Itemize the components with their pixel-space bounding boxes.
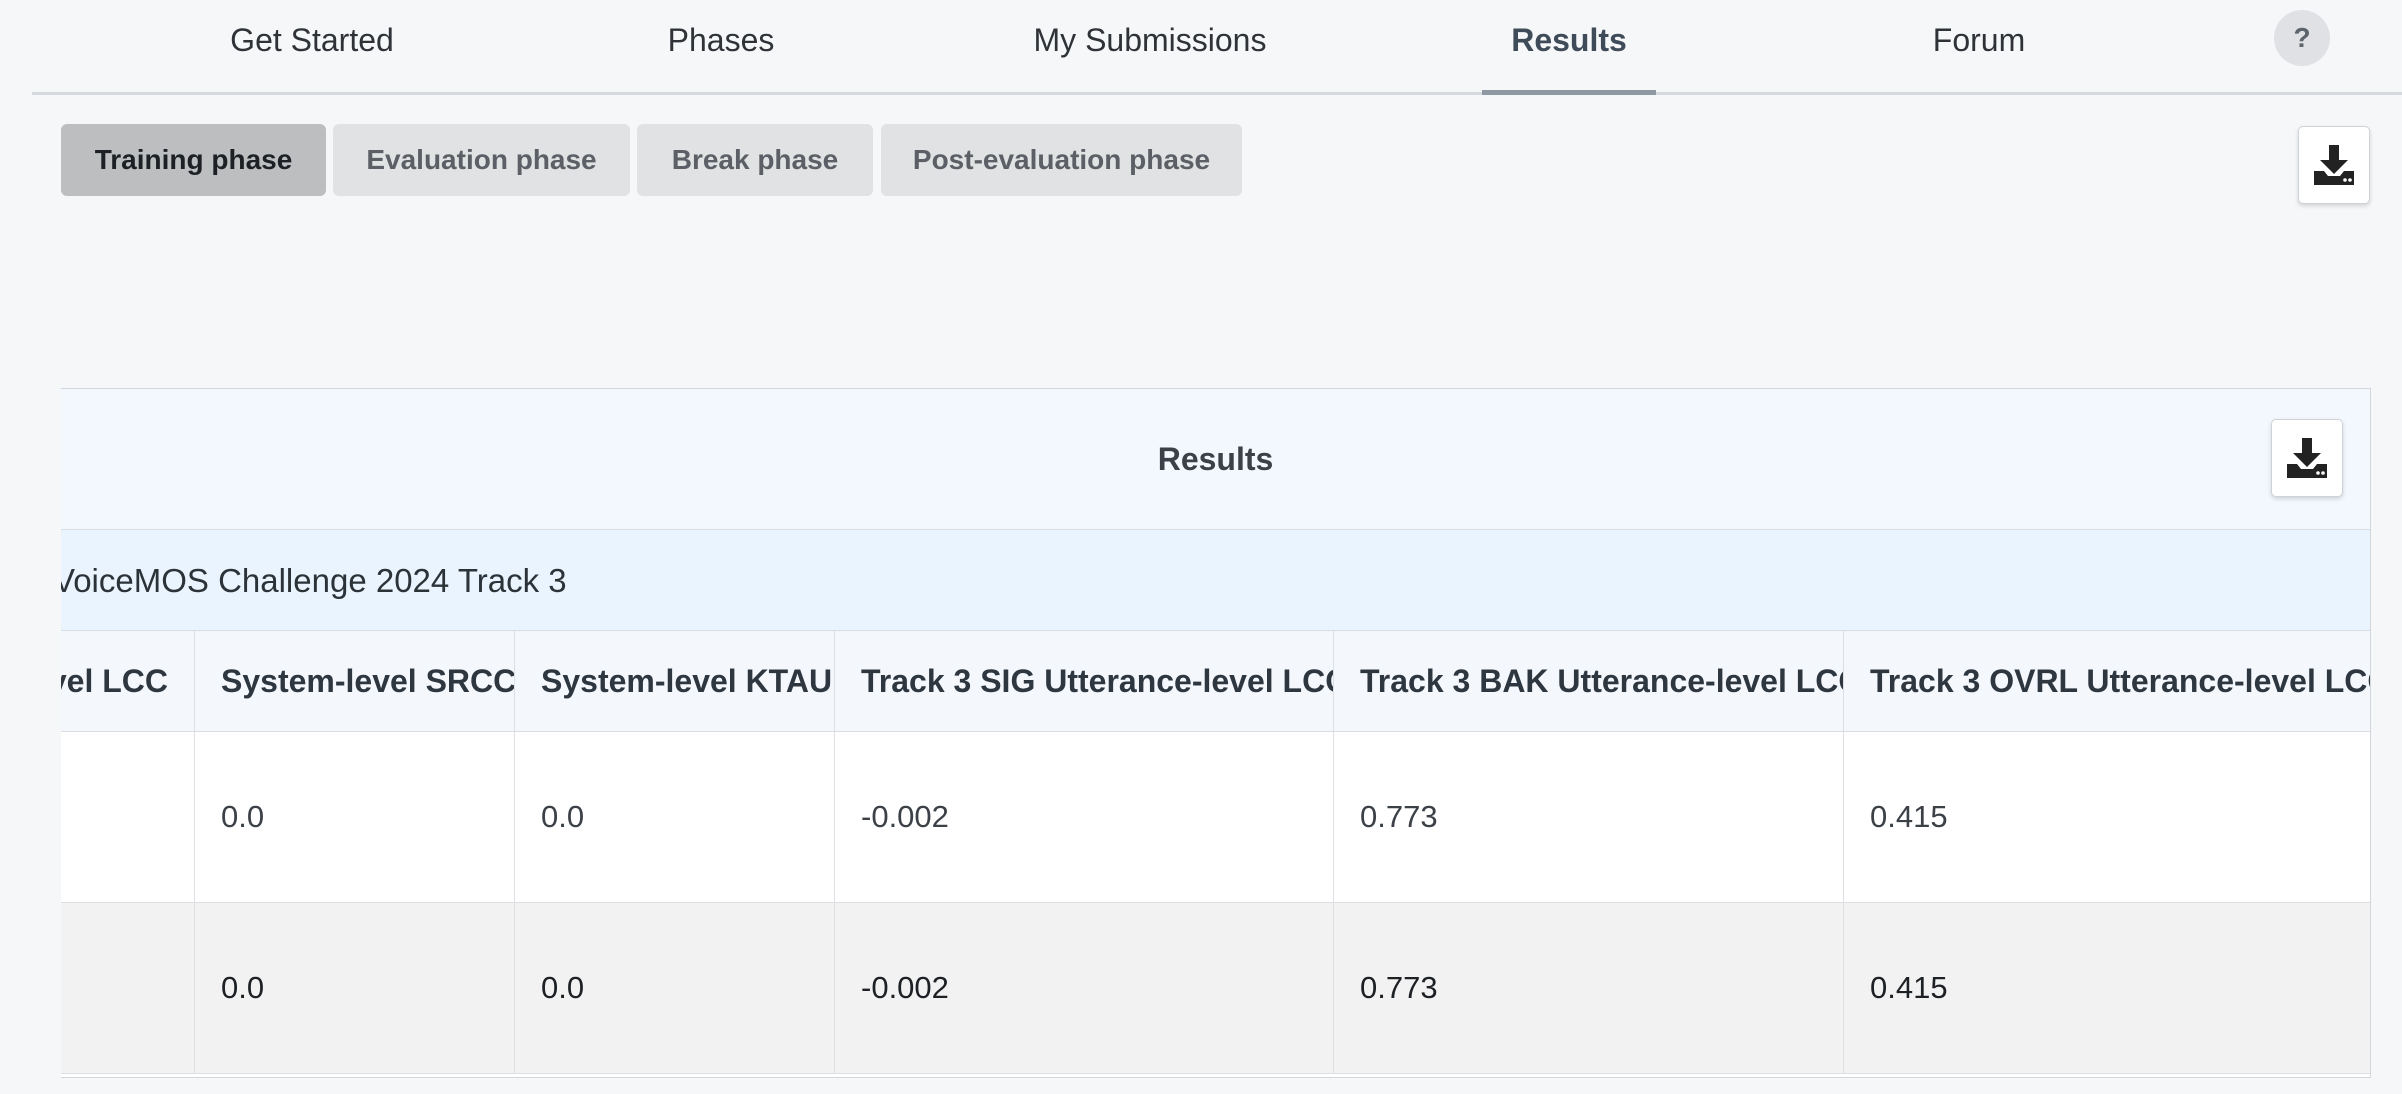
- nav-tab-forum[interactable]: Forum: [1872, 22, 2086, 92]
- phase-button-training[interactable]: Training phase: [61, 124, 326, 196]
- help-button[interactable]: ?: [2274, 10, 2330, 66]
- table-cell: 0.0: [194, 732, 514, 902]
- nav-tab-phases[interactable]: Phases: [612, 22, 830, 92]
- table-cell: [61, 903, 194, 1073]
- nav-tab-results[interactable]: Results: [1482, 22, 1656, 95]
- phase-button-break[interactable]: Break phase: [637, 124, 873, 196]
- table-cell: 0.0: [514, 903, 834, 1073]
- table-cell: -0.002: [834, 732, 1333, 902]
- column-header: Track 3 BAK Utterance-level LCC: [1333, 631, 1843, 731]
- download-all-button[interactable]: [2298, 126, 2370, 204]
- table-header-row: System-level LCC System-level SRCC Syste…: [61, 631, 2370, 732]
- top-navigation: Get Started Phases My Submissions Result…: [32, 0, 2402, 95]
- nav-tab-my-submissions[interactable]: My Submissions: [1000, 22, 1300, 92]
- table-cell: 0.773: [1333, 732, 1843, 902]
- column-header: System-level KTAU: [514, 631, 834, 731]
- table-cell: -0.002: [834, 903, 1333, 1073]
- column-header-label: System-level LCC: [61, 663, 168, 699]
- table-cell: 0.415: [1843, 732, 2370, 902]
- column-header: System-level LCC: [61, 631, 194, 731]
- download-icon: [2287, 438, 2327, 478]
- results-title: Results: [1157, 441, 1274, 477]
- download-icon: [2314, 145, 2354, 185]
- table-cell: 0.773: [1333, 903, 1843, 1073]
- column-header: System-level SRCC: [194, 631, 514, 731]
- table-row: 0.0 0.0 -0.002 0.773 0.415: [61, 903, 2370, 1074]
- table-cell: 0.415: [1843, 903, 2370, 1073]
- table-cell: 0.0: [514, 732, 834, 902]
- results-panel: Results VoiceMOS Challenge 2024 Track 3 …: [61, 388, 2371, 1078]
- table-cell: [61, 732, 194, 902]
- table-row: 0.0 0.0 -0.002 0.773 0.415: [61, 732, 2370, 903]
- table-cell: 0.0: [194, 903, 514, 1073]
- competition-row: VoiceMOS Challenge 2024 Track 3: [61, 530, 2370, 631]
- column-header: Track 3 SIG Utterance-level LCC: [834, 631, 1333, 731]
- column-header: Track 3 OVRL Utterance-level LCC: [1843, 631, 2370, 731]
- nav-tab-get-started[interactable]: Get Started: [202, 22, 422, 92]
- download-results-button[interactable]: [2271, 419, 2343, 497]
- competition-name: VoiceMOS Challenge 2024 Track 3: [61, 562, 567, 599]
- phase-button-evaluation[interactable]: Evaluation phase: [333, 124, 630, 196]
- results-panel-header: Results: [61, 389, 2370, 530]
- phase-button-post-evaluation[interactable]: Post-evaluation phase: [881, 124, 1242, 196]
